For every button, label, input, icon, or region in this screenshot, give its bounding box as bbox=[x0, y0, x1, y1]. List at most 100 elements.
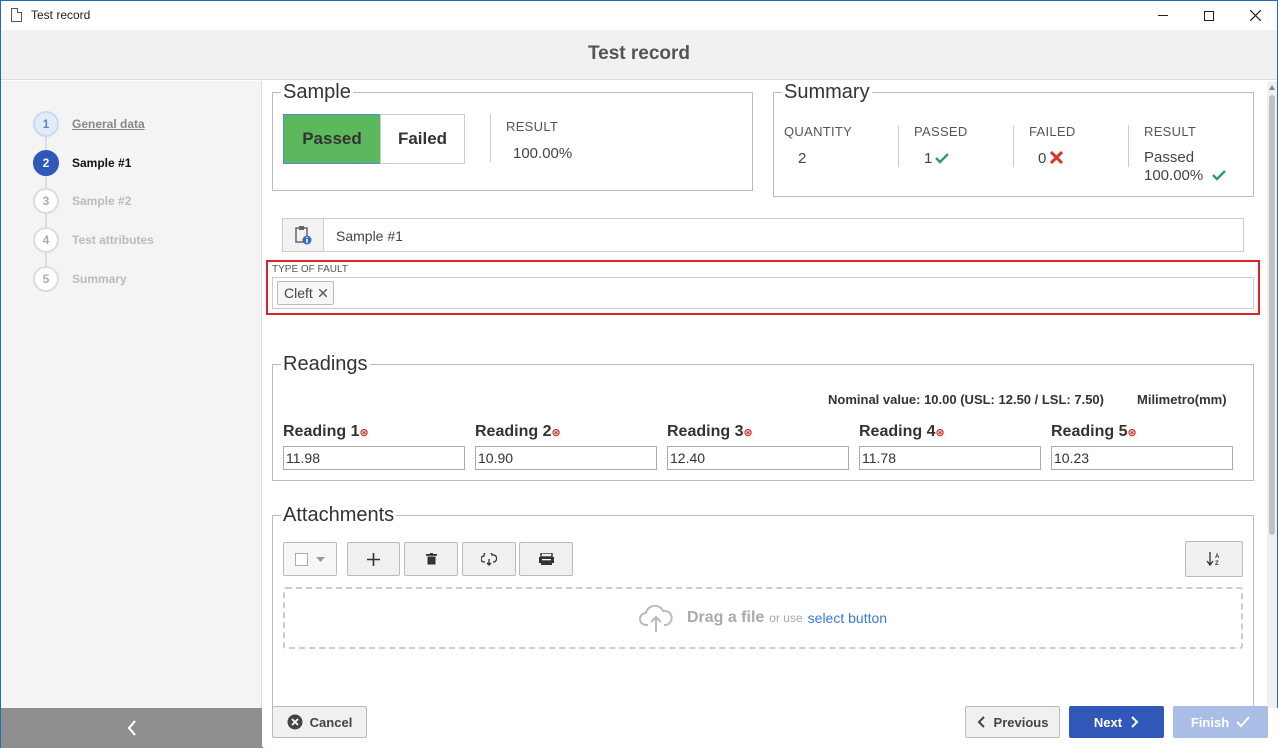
step-label: Test attributes bbox=[72, 233, 154, 247]
vertical-scrollbar[interactable] bbox=[1267, 81, 1277, 708]
sample-result-value: 100.00% bbox=[513, 145, 573, 162]
sample-result-caption: RESULT bbox=[506, 119, 559, 134]
check-icon bbox=[1212, 170, 1226, 181]
reading-label-text: Reading 3 bbox=[667, 423, 744, 440]
collapse-sidebar-button[interactable] bbox=[1, 708, 262, 748]
sample-info-button[interactable] bbox=[283, 219, 324, 251]
step-label: Sample #2 bbox=[72, 194, 132, 208]
scanner-icon bbox=[538, 553, 554, 565]
scroll-up-icon[interactable] bbox=[1269, 85, 1275, 90]
summary-result-percent: 100.00% bbox=[1144, 167, 1204, 184]
chevron-left-icon bbox=[977, 716, 985, 728]
failed-caption: FAILED bbox=[1029, 124, 1076, 139]
required-icon: ⊛ bbox=[551, 427, 561, 439]
cloud-download-icon bbox=[481, 552, 497, 566]
next-button[interactable]: Next bbox=[1069, 706, 1164, 738]
step-label[interactable]: General data bbox=[72, 117, 145, 131]
failed-button[interactable]: Failed bbox=[380, 114, 465, 164]
chevron-right-icon bbox=[1131, 716, 1139, 728]
plus-icon bbox=[367, 552, 380, 566]
document-icon bbox=[11, 8, 22, 22]
step-number: 2 bbox=[33, 150, 59, 176]
step-test-attributes: 4 Test attributes bbox=[33, 227, 154, 253]
scroll-thumb[interactable] bbox=[1269, 95, 1275, 535]
step-sample-2: 3 Sample #2 bbox=[33, 188, 131, 214]
reading-4-input[interactable] bbox=[859, 446, 1041, 470]
maximize-button[interactable] bbox=[1186, 1, 1232, 30]
required-icon: ⊛ bbox=[1127, 427, 1137, 439]
fault-tag: Cleft bbox=[277, 281, 334, 305]
quantity-caption: QUANTITY bbox=[784, 124, 853, 139]
summary-result-caption: RESULT bbox=[1144, 124, 1197, 139]
sort-icon: AZ bbox=[1206, 552, 1220, 566]
chevron-left-icon bbox=[127, 720, 136, 736]
required-icon: ⊛ bbox=[743, 427, 753, 439]
select-all-dropdown[interactable] bbox=[283, 542, 337, 576]
sample-name-value: Sample #1 bbox=[336, 228, 403, 244]
divider bbox=[1013, 125, 1014, 167]
sort-button[interactable]: AZ bbox=[1185, 541, 1243, 577]
passed-caption: PASSED bbox=[914, 124, 968, 139]
divider bbox=[490, 114, 491, 162]
finish-label: Finish bbox=[1190, 714, 1230, 730]
reading-label: Reading 3⊛ bbox=[667, 423, 753, 441]
step-number: 3 bbox=[33, 188, 59, 214]
minimize-button[interactable] bbox=[1140, 1, 1186, 30]
passed-button[interactable]: Passed bbox=[283, 114, 381, 164]
file-drop-zone[interactable]: Drag a file or use select button bbox=[283, 587, 1243, 649]
sample-name-field[interactable]: Sample #1 bbox=[282, 218, 1244, 252]
close-window-button[interactable] bbox=[1232, 1, 1278, 30]
reading-2-input[interactable] bbox=[475, 446, 657, 470]
scan-attachment-button[interactable] bbox=[519, 542, 573, 576]
cancel-button[interactable]: Cancel bbox=[272, 706, 367, 738]
previous-button[interactable]: Previous bbox=[965, 706, 1060, 738]
step-general-data[interactable]: 1 General data bbox=[33, 111, 145, 137]
cancel-label: Cancel bbox=[309, 714, 353, 730]
failed-count: 0 bbox=[1038, 150, 1047, 167]
chevron-down-icon bbox=[316, 556, 325, 562]
summary-legend: Summary bbox=[784, 81, 870, 103]
select-button-link[interactable]: select button bbox=[808, 610, 887, 626]
trash-icon bbox=[425, 553, 437, 565]
reading-label: Reading 1⊛ bbox=[283, 423, 369, 441]
delete-attachment-button[interactable] bbox=[404, 542, 458, 576]
unit-label: Milimetro(mm) bbox=[1137, 392, 1227, 407]
step-sample-1[interactable]: 2 Sample #1 bbox=[33, 150, 131, 176]
reading-1-input[interactable] bbox=[283, 446, 465, 470]
cancel-icon bbox=[287, 714, 303, 730]
reading-5-input[interactable] bbox=[1051, 446, 1233, 470]
svg-text:A: A bbox=[1215, 554, 1220, 560]
drop-zone-or: or use bbox=[769, 611, 803, 625]
reading-label-text: Reading 2 bbox=[475, 423, 552, 440]
title-bar: Test record bbox=[1, 1, 1277, 30]
step-number: 4 bbox=[33, 227, 59, 253]
maximize-icon bbox=[1204, 10, 1214, 21]
reading-label: Reading 2⊛ bbox=[475, 423, 561, 441]
download-attachment-button[interactable] bbox=[462, 542, 516, 576]
step-label: Summary bbox=[72, 272, 127, 286]
check-icon bbox=[1236, 716, 1250, 728]
sample-legend: Sample bbox=[283, 81, 351, 103]
remove-tag-icon[interactable] bbox=[318, 289, 327, 297]
step-number: 5 bbox=[33, 266, 59, 292]
close-icon bbox=[1249, 10, 1261, 21]
reading-label: Reading 5⊛ bbox=[1051, 423, 1137, 441]
window-title: Test record bbox=[31, 8, 91, 22]
step-summary: 5 Summary bbox=[33, 266, 127, 292]
checkbox[interactable] bbox=[295, 552, 308, 566]
cross-icon bbox=[1050, 151, 1063, 164]
required-icon: ⊛ bbox=[359, 427, 369, 439]
attachments-legend: Attachments bbox=[283, 504, 395, 526]
passed-count: 1 bbox=[924, 150, 933, 167]
cloud-upload-icon bbox=[638, 604, 673, 632]
check-icon bbox=[935, 153, 949, 164]
finish-button[interactable]: Finish bbox=[1173, 706, 1268, 738]
fault-input[interactable]: Cleft bbox=[272, 277, 1254, 309]
previous-label: Previous bbox=[993, 714, 1049, 730]
divider bbox=[1128, 125, 1129, 167]
reading-label: Reading 4⊛ bbox=[859, 423, 945, 441]
nominal-value: Nominal value: 10.00 (USL: 12.50 / LSL: … bbox=[828, 392, 1104, 407]
add-attachment-button[interactable] bbox=[347, 542, 400, 576]
reading-3-input[interactable] bbox=[667, 446, 849, 470]
required-icon: ⊛ bbox=[935, 427, 945, 439]
